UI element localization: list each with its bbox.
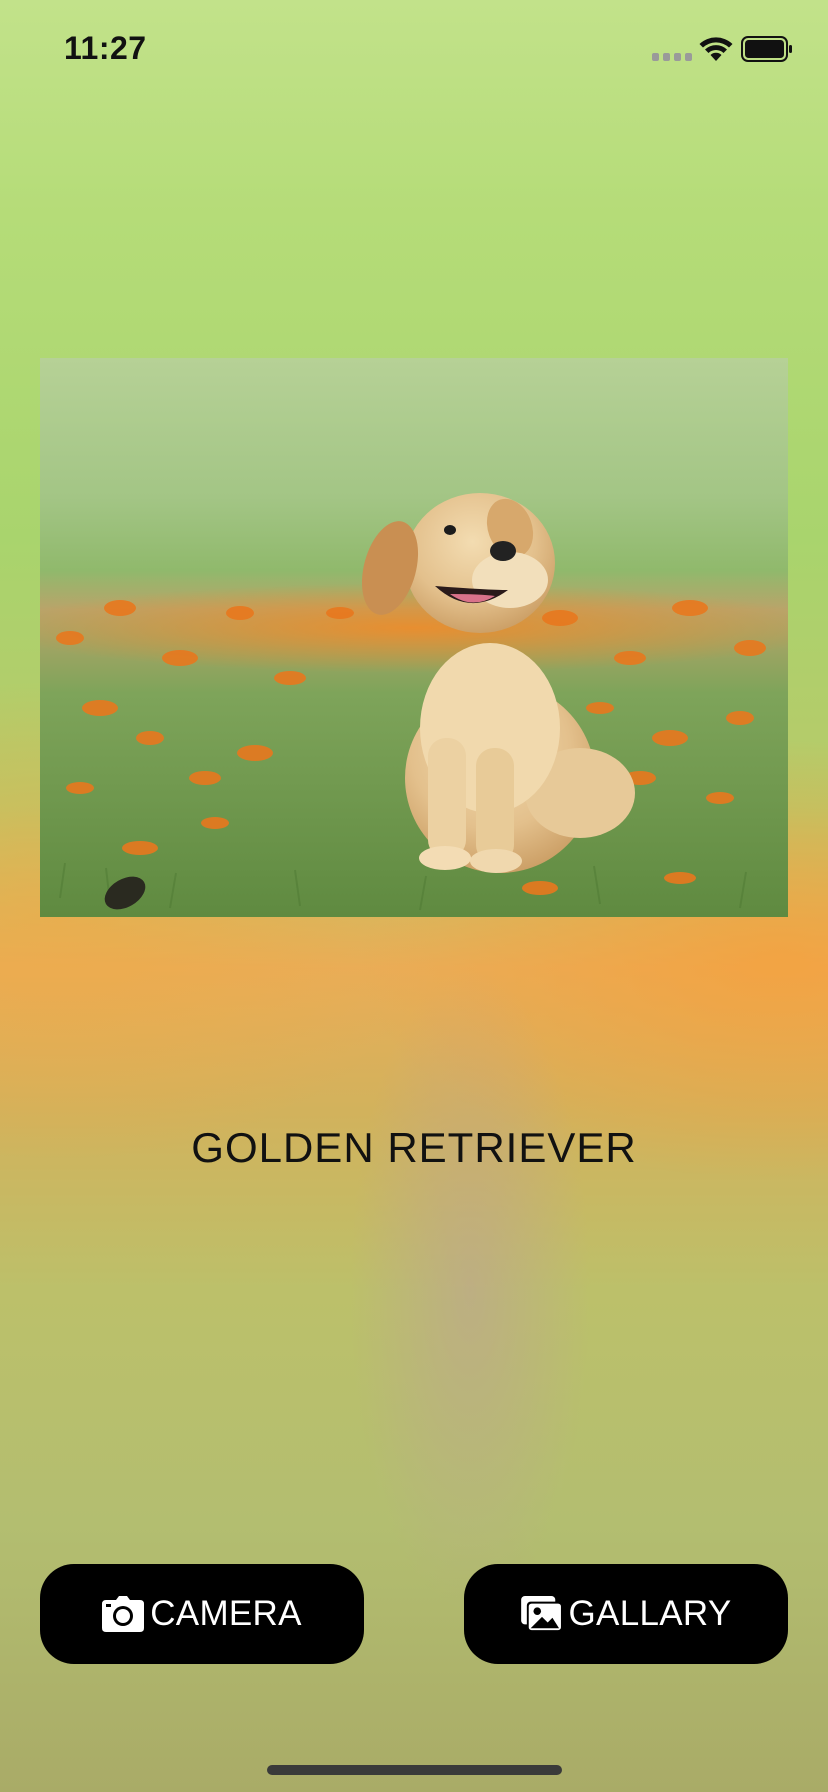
cellular-signal-icon xyxy=(652,53,692,61)
wifi-icon xyxy=(699,37,733,61)
home-indicator[interactable] xyxy=(267,1765,562,1775)
golden-retriever-puppy-photo xyxy=(40,358,788,917)
camera-button[interactable]: CAMERA xyxy=(40,1564,364,1664)
camera-icon xyxy=(102,1596,145,1632)
status-bar: 11:27 xyxy=(0,0,828,100)
photo-library-icon xyxy=(520,1596,563,1632)
prediction-label: GOLDEN RETRIEVER xyxy=(191,1124,637,1171)
gallery-button-label: GALLARY xyxy=(568,1594,732,1633)
battery-icon xyxy=(741,36,792,62)
status-time: 11:27 xyxy=(64,30,147,66)
gallery-button[interactable]: GALLARY xyxy=(464,1564,788,1664)
camera-button-label: CAMERA xyxy=(150,1594,302,1633)
